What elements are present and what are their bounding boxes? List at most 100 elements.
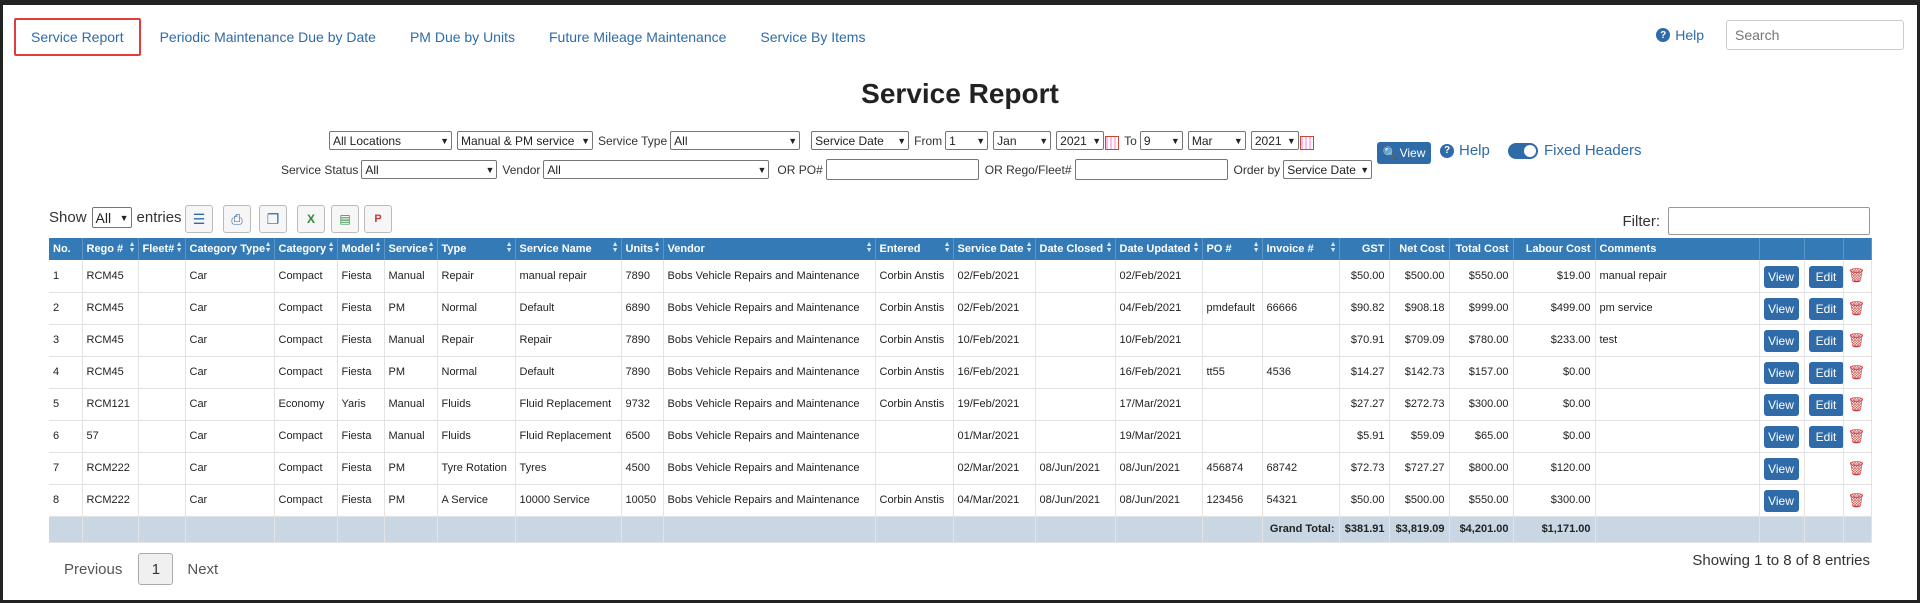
table-cell: Bobs Vehicle Repairs and Maintenance	[663, 260, 876, 293]
table-row: 1 RCM45 Car Compact Fiesta Manual Repair manual…	[49, 260, 1872, 293]
table-cell	[1202, 516, 1263, 543]
row-edit-button[interactable]: Edit	[1808, 394, 1842, 416]
delete-cell: 🗑	[1843, 356, 1872, 389]
table-row: 4 RCM45 Car Compact Fiesta PM Normal Default 789…	[49, 356, 1872, 389]
column-header[interactable]: Units ▲ ▼	[621, 238, 664, 260]
service-kind-select[interactable]: Manual & PM service ▼	[457, 131, 593, 150]
view-cell: View	[1759, 260, 1805, 293]
table-cell	[1759, 516, 1805, 543]
vendor-select[interactable]: All ▼	[543, 160, 770, 179]
row-view-button[interactable]: View	[1763, 330, 1799, 352]
table-cell: 123456	[1202, 484, 1263, 517]
column-header[interactable]: Service Name ▲ ▼	[515, 238, 622, 260]
column-header[interactable]: Rego # ▲ ▼	[82, 238, 139, 260]
column-header: Total Cost	[1449, 238, 1514, 260]
row-edit-button[interactable]: Edit	[1808, 330, 1842, 352]
calendar-icon[interactable]	[1105, 135, 1120, 150]
table-cell: Compact	[274, 356, 338, 389]
trash-icon[interactable]: 🗑	[1848, 332, 1866, 348]
trash-icon[interactable]: 🗑	[1848, 300, 1866, 316]
pdf-export-button[interactable]: P	[364, 205, 392, 233]
column-header[interactable]: Type ▲ ▼	[437, 238, 516, 260]
column-header[interactable]: Vendor ▲ ▼	[663, 238, 876, 260]
table-cell: 3	[49, 324, 83, 357]
row-edit-button[interactable]: Edit	[1808, 265, 1842, 288]
row-view-button[interactable]: View	[1763, 490, 1799, 512]
trash-icon[interactable]: 🗑	[1848, 267, 1866, 283]
column-header[interactable]: Fleet# ▲ ▼	[138, 238, 186, 260]
po-input[interactable]	[825, 159, 979, 180]
column-visibility-button[interactable]: ☰	[185, 205, 213, 233]
column-header[interactable]: Invoice # ▲ ▼	[1262, 238, 1340, 260]
column-header[interactable]: Service Date ▲ ▼	[953, 238, 1036, 260]
to-day-select[interactable]: 9 ▼	[1139, 131, 1183, 150]
column-header[interactable]: Category Type ▲ ▼	[185, 238, 275, 260]
row-edit-button[interactable]: Edit	[1808, 426, 1842, 448]
csv-export-button[interactable]: ▤	[331, 205, 359, 233]
filter-input[interactable]	[1668, 207, 1870, 235]
tab-periodic-maintenance[interactable]: Periodic Maintenance Due by Date	[143, 20, 393, 54]
rego-input[interactable]	[1074, 159, 1228, 180]
previous-button[interactable]: Previous	[64, 561, 122, 578]
trash-icon[interactable]: 🗑	[1848, 460, 1866, 476]
tab-pm-due-by-units[interactable]: PM Due by Units	[393, 20, 532, 54]
table-cell: $50.00	[1339, 484, 1390, 517]
trash-icon[interactable]: 🗑	[1848, 364, 1866, 380]
location-select[interactable]: All Locations ▼	[329, 131, 452, 150]
chevron-down-icon: ▼	[1360, 164, 1370, 175]
row-view-button[interactable]: View	[1763, 394, 1799, 416]
service-type-select[interactable]: All ▼	[670, 131, 801, 150]
column-header[interactable]: PO # ▲ ▼	[1202, 238, 1263, 260]
trash-icon[interactable]: 🗑	[1848, 428, 1866, 444]
row-view-button[interactable]: View	[1763, 265, 1799, 288]
row-edit-button[interactable]: Edit	[1808, 298, 1842, 320]
row-view-button[interactable]: View	[1763, 362, 1799, 384]
help-link[interactable]: ? Help	[1656, 27, 1704, 43]
tab-future-mileage[interactable]: Future Mileage Maintenance	[532, 20, 743, 54]
table-cell: 04/Mar/2021	[953, 484, 1036, 517]
to-year-select[interactable]: 2021 ▼	[1250, 131, 1299, 150]
pdf-icon: P	[374, 213, 382, 225]
search-input[interactable]	[1726, 20, 1904, 50]
column-header[interactable]: Model ▲ ▼	[337, 238, 385, 260]
column-header[interactable]: Date Updated ▲ ▼	[1115, 238, 1203, 260]
row-view-button[interactable]: View	[1763, 298, 1799, 320]
order-by-select[interactable]: Service Date ▼	[1283, 160, 1373, 179]
column-header[interactable]: Service ▲ ▼	[384, 238, 438, 260]
from-month-select[interactable]: Jan ▼	[993, 131, 1052, 150]
fixed-headers-toggle[interactable]: Fixed Headers	[1508, 142, 1642, 159]
table-cell: Corbin Anstis	[875, 324, 954, 357]
to-month-select[interactable]: Mar ▼	[1187, 131, 1246, 150]
row-view-button[interactable]: View	[1763, 458, 1799, 480]
table-cell: Repair	[515, 324, 622, 357]
table-cell: Compact	[274, 324, 338, 357]
column-header[interactable]: Date Closed ▲ ▼	[1035, 238, 1116, 260]
trash-icon[interactable]: 🗑	[1848, 492, 1866, 508]
column-header[interactable]: Category ▲ ▼	[274, 238, 338, 260]
toggle-switch[interactable]	[1508, 142, 1538, 159]
from-year-select[interactable]: 2021 ▼	[1056, 131, 1105, 150]
next-button[interactable]: Next	[187, 561, 218, 578]
copy-button[interactable]: ❐	[259, 205, 287, 233]
view-button[interactable]: 🔍 View	[1377, 142, 1431, 164]
excel-export-button[interactable]: X	[297, 205, 325, 233]
service-status-select[interactable]: All ▼	[361, 160, 498, 179]
page-title: Service Report	[861, 78, 1059, 109]
tab-service-by-items[interactable]: Service By Items	[743, 20, 882, 54]
column-header[interactable]: Entered ▲ ▼	[875, 238, 954, 260]
date-field-select[interactable]: Service Date ▼	[811, 131, 910, 150]
row-edit-button[interactable]: Edit	[1808, 362, 1842, 384]
trash-icon[interactable]: 🗑	[1848, 396, 1866, 412]
table-cell	[1262, 420, 1340, 453]
edit-cell: Edit	[1804, 292, 1844, 325]
print-button[interactable]: ⎙	[223, 205, 251, 233]
help-link-secondary[interactable]: ? Help	[1440, 142, 1490, 159]
row-view-button[interactable]: View	[1763, 426, 1799, 448]
calendar-icon[interactable]	[1299, 135, 1314, 150]
page-size-select[interactable]: All ▼	[91, 207, 132, 228]
from-day-select[interactable]: 1 ▼	[945, 131, 989, 150]
page-1-button[interactable]: 1	[138, 553, 174, 585]
tab-service-report[interactable]: Service Report	[14, 18, 141, 56]
table-cell	[1035, 516, 1116, 543]
table-cell: 08/Jun/2021	[1035, 452, 1116, 485]
